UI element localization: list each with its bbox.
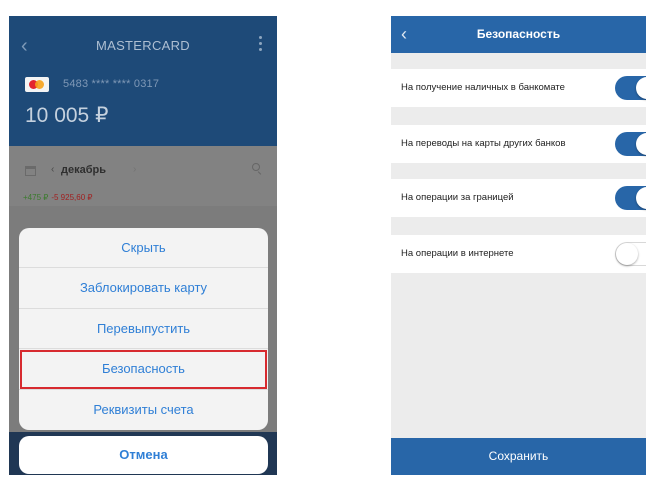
calendar-icon[interactable] xyxy=(25,166,36,176)
setting-label: На переводы на карты других банков xyxy=(401,138,566,149)
setting-label: На операции в интернете xyxy=(401,248,514,259)
action-block-card[interactable]: Заблокировать карту xyxy=(19,268,268,309)
action-reissue[interactable]: Перевыпустить xyxy=(19,309,268,350)
setting-row-transfers: На переводы на карты других банков xyxy=(391,125,646,163)
setting-row-atm: На получение наличных в банкомате xyxy=(391,69,646,107)
next-month-button[interactable]: › xyxy=(133,164,136,175)
page-title: Безопасность xyxy=(476,27,561,41)
card-title: MASTERCARD xyxy=(95,38,190,53)
card-number: 5483 **** **** 0317 xyxy=(63,78,160,90)
setting-label: На получение наличных в банкомате xyxy=(401,82,565,93)
save-button[interactable]: Сохранить xyxy=(391,438,646,475)
right-phone-screen: ‹ Безопасность На получение наличных в б… xyxy=(391,16,646,475)
expense-amount: -5 925,60 ₽ xyxy=(51,193,93,202)
setting-row-internet: На операции в интернете xyxy=(391,235,646,273)
setting-row-abroad: На операции за границей xyxy=(391,179,646,217)
prev-month-button[interactable]: ‹ xyxy=(51,164,54,175)
toggle-atm[interactable] xyxy=(615,76,646,100)
card-balance: 10 005 ₽ xyxy=(25,104,109,127)
cancel-button[interactable]: Отмена xyxy=(19,436,268,474)
search-icon[interactable] xyxy=(252,163,263,175)
action-sheet: Скрыть Заблокировать карту Перевыпустить… xyxy=(19,228,268,430)
toggle-transfers[interactable] xyxy=(615,132,646,156)
setting-label: На операции за границей xyxy=(401,192,514,203)
toggle-abroad[interactable] xyxy=(615,186,646,210)
month-label: декабрь xyxy=(61,164,106,176)
left-phone-screen: ‹ MASTERCARD 5483 **** **** 0317 10 005 … xyxy=(9,16,277,475)
action-security[interactable]: Безопасность xyxy=(19,349,268,390)
period-summary: +475 ₽ -5 925,60 ₽ xyxy=(23,193,92,202)
income-amount: +475 ₽ xyxy=(23,193,49,202)
more-vertical-icon[interactable] xyxy=(257,36,263,54)
action-hide[interactable]: Скрыть xyxy=(19,228,268,269)
toggle-internet[interactable] xyxy=(615,242,646,266)
security-header: ‹ Безопасность xyxy=(391,16,646,53)
mastercard-logo-icon xyxy=(25,77,49,92)
action-account-details[interactable]: Реквизиты счета xyxy=(19,390,268,430)
card-header: ‹ MASTERCARD 5483 **** **** 0317 10 005 … xyxy=(9,16,277,146)
period-filter: ‹ декабрь › +475 ₽ -5 925,60 ₽ xyxy=(9,146,277,206)
